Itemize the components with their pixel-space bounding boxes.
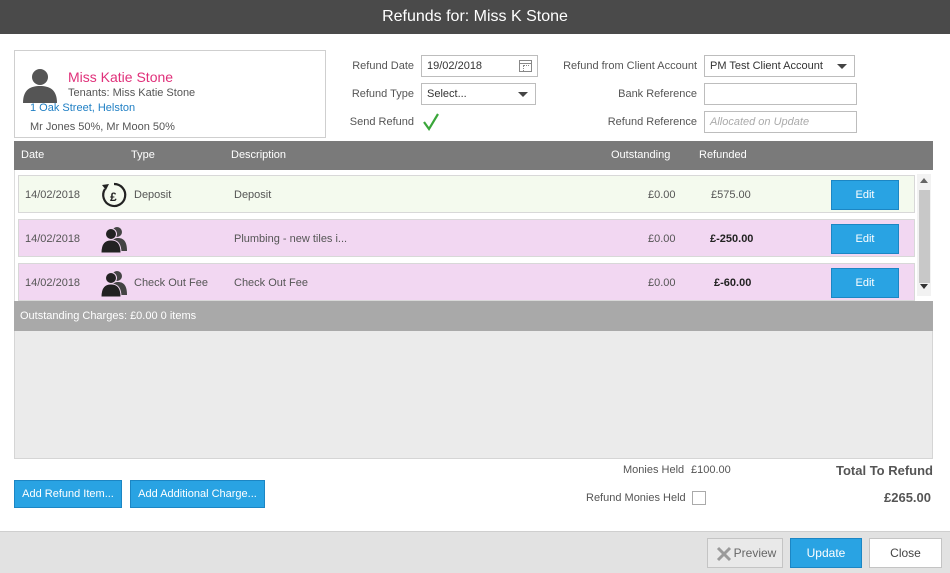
row-description: Deposit [234, 189, 272, 201]
total-to-refund-label: Total To Refund [836, 463, 933, 478]
column-type[interactable]: Type [131, 149, 155, 161]
refund-type-select[interactable]: Select... [421, 83, 536, 105]
refund-monies-held-label: Refund Monies Held [586, 492, 686, 504]
refund-reference-label: Refund Reference [607, 116, 697, 128]
refund-date-value: 19/02/2018 [427, 60, 483, 72]
column-outstanding[interactable]: Outstanding [611, 149, 670, 161]
send-refund-checkbox-checked-icon[interactable] [423, 113, 439, 131]
tenant-split: Mr Jones 50%, Mr Moon 50% [30, 121, 175, 133]
chevron-down-icon [518, 92, 528, 97]
tenants-line: Tenants: Miss Katie Stone [68, 87, 196, 99]
monies-held-value: £100.00 [691, 464, 731, 476]
close-x-icon [716, 546, 732, 562]
outstanding-charges-bar: Outstanding Charges: £0.00 0 items [14, 301, 933, 331]
scroll-thumb[interactable] [919, 190, 930, 283]
table-row[interactable]: 14/02/2018 Check Out Fee Check Out Fee £… [18, 263, 915, 301]
refund-date-input[interactable]: 19/02/2018 [421, 55, 538, 77]
grid-scrollbar[interactable] [917, 174, 931, 296]
row-refunded: £-250.00 [710, 233, 754, 245]
row-date: 14/02/2018 [25, 233, 81, 245]
refund-type-value: Select... [427, 88, 467, 100]
table-row[interactable]: 14/02/2018 Plumbing - new tiles i... £0.… [18, 219, 915, 257]
dialog-footer: Preview Update Close [0, 531, 950, 573]
total-to-refund-value: £265.00 [884, 490, 931, 505]
row-outstanding: £0.00 [648, 233, 676, 245]
column-refunded[interactable]: Refunded [699, 149, 747, 161]
row-type: Check Out Fee [134, 277, 208, 289]
tenants-icon [100, 227, 127, 253]
client-account-value: PM Test Client Account [710, 60, 823, 72]
add-additional-charge-button[interactable]: Add Additional Charge... [130, 480, 265, 508]
person-icon [23, 69, 57, 103]
send-refund-label: Send Refund [349, 116, 414, 128]
column-description[interactable]: Description [231, 149, 286, 161]
calendar-icon[interactable] [519, 60, 532, 72]
preview-label: Preview [733, 546, 777, 560]
edit-button[interactable]: Edit [831, 224, 899, 254]
scroll-down-icon[interactable] [920, 284, 928, 289]
table-row[interactable]: 14/02/2018 £ Deposit Deposit £0.00 £575.… [18, 175, 915, 213]
tenant-card: Miss Katie Stone Tenants: Miss Katie Sto… [14, 50, 326, 138]
refund-date-label: Refund Date [352, 60, 414, 72]
bank-reference-input[interactable] [704, 83, 857, 105]
edit-button[interactable]: Edit [831, 180, 899, 210]
row-date: 14/02/2018 [25, 189, 81, 201]
update-button[interactable]: Update [790, 538, 862, 568]
row-description: Check Out Fee [234, 277, 308, 289]
tenant-name: Miss Katie Stone [68, 69, 174, 85]
row-description: Plumbing - new tiles i... [234, 233, 348, 245]
close-button[interactable]: Close [869, 538, 942, 568]
row-refunded: £-60.00 [714, 277, 752, 289]
grid-header: Date Type Description Outstanding Refund… [14, 141, 933, 170]
scroll-up-icon[interactable] [920, 178, 928, 183]
refund-items-grid: 14/02/2018 £ Deposit Deposit £0.00 £575.… [14, 170, 933, 301]
refund-type-label: Refund Type [351, 88, 414, 100]
refund-monies-held-checkbox[interactable] [692, 491, 706, 505]
bank-reference-label: Bank Reference [618, 88, 697, 100]
refund-reference-input[interactable]: Allocated on Update [704, 111, 857, 133]
charges-area [14, 331, 933, 459]
row-type: Deposit [134, 189, 172, 201]
client-account-select[interactable]: PM Test Client Account [704, 55, 855, 77]
row-outstanding: £0.00 [648, 277, 676, 289]
row-outstanding: £0.00 [648, 189, 676, 201]
client-account-label: Refund from Client Account [563, 60, 697, 72]
monies-held-label: Monies Held [623, 464, 685, 476]
dialog-title: Refunds for: Miss K Stone [0, 0, 950, 34]
property-address-link[interactable]: 1 Oak Street, Helston [30, 102, 135, 114]
preview-button[interactable]: Preview [707, 538, 783, 568]
svg-text:£: £ [110, 190, 117, 204]
add-refund-item-button[interactable]: Add Refund Item... [14, 480, 122, 508]
tenants-icon [100, 271, 127, 297]
row-date: 14/02/2018 [25, 277, 81, 289]
edit-button[interactable]: Edit [831, 268, 899, 298]
chevron-down-icon [837, 64, 847, 69]
column-date[interactable]: Date [21, 149, 44, 161]
deposit-pound-icon: £ [102, 182, 127, 208]
row-refunded: £575.00 [711, 189, 751, 201]
